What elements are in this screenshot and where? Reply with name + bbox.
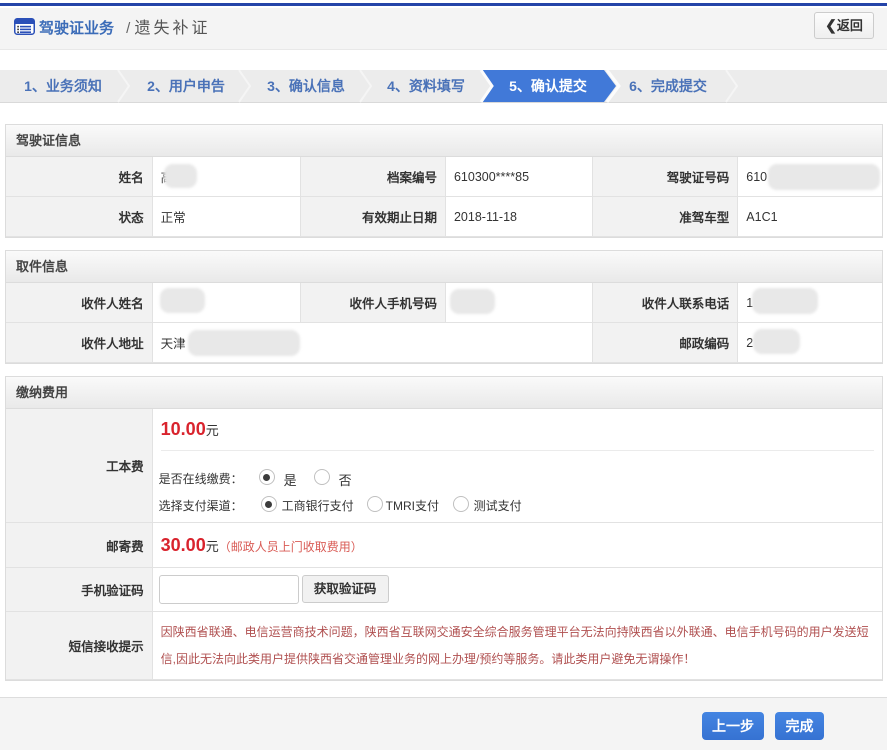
- svg-text:1、业务须知: 1、业务须知: [24, 78, 102, 94]
- svg-text:4、资料填写: 4、资料填写: [387, 78, 465, 94]
- svg-text:3、确认信息: 3、确认信息: [267, 78, 345, 94]
- svg-text:2、用户申告: 2、用户申告: [147, 78, 225, 94]
- svg-text:5、确认提交: 5、确认提交: [509, 78, 587, 94]
- svg-text:6、完成提交: 6、完成提交: [629, 78, 707, 94]
